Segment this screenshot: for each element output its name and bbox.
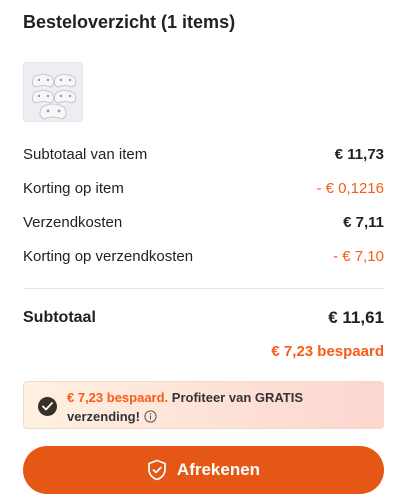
- saved-amount: € 7,23 bespaard: [271, 343, 384, 360]
- order-summary: Besteloverzicht (1 items) Subtotaal van …: [0, 0, 407, 498]
- shipping-discount-label: Korting op verzendkosten: [23, 247, 194, 265]
- subtotal-row: Subtotaal € 11,61: [23, 308, 384, 328]
- controller-thumbnail-icon: [24, 63, 82, 121]
- promo-saved-text: € 7,23 bespaard.: [67, 390, 169, 405]
- checkout-button[interactable]: Afrekenen: [23, 446, 384, 494]
- item-discount-label: Korting op item: [23, 179, 124, 197]
- item-thumbnail[interactable]: [23, 62, 83, 122]
- shipping-cost-value: € 7,11: [343, 213, 384, 231]
- subtotal-value: € 11,61: [328, 308, 384, 327]
- promo-text: € 7,23 bespaard. Profiteer van GRATIS ve…: [67, 388, 367, 428]
- divider: [23, 288, 384, 289]
- item-subtotal-value: € 11,73: [334, 145, 384, 163]
- row-item-subtotal: Subtotaal van item € 11,73: [23, 144, 384, 164]
- checkout-label: Afrekenen: [176, 460, 261, 479]
- item-subtotal-label: Subtotaal van item: [23, 145, 148, 163]
- row-item-discount: Korting op item - € 0,1216: [23, 178, 384, 198]
- item-discount-value: - € 0,1216: [316, 179, 384, 197]
- row-shipping-cost: Verzendkosten € 7,11: [23, 212, 384, 232]
- shipping-cost-label: Verzendkosten: [23, 213, 123, 231]
- shipping-discount-value: - € 7,10: [333, 247, 384, 265]
- order-summary-title: Besteloverzicht (1 items): [23, 12, 236, 32]
- check-circle-icon: [38, 397, 57, 416]
- subtotal-label: Subtotaal: [23, 309, 96, 326]
- shield-check-icon: [147, 459, 167, 481]
- row-shipping-discount: Korting op verzendkosten - € 7,10: [23, 246, 384, 266]
- info-icon[interactable]: [144, 409, 157, 428]
- free-shipping-banner: € 7,23 bespaard. Profiteer van GRATIS ve…: [23, 381, 384, 429]
